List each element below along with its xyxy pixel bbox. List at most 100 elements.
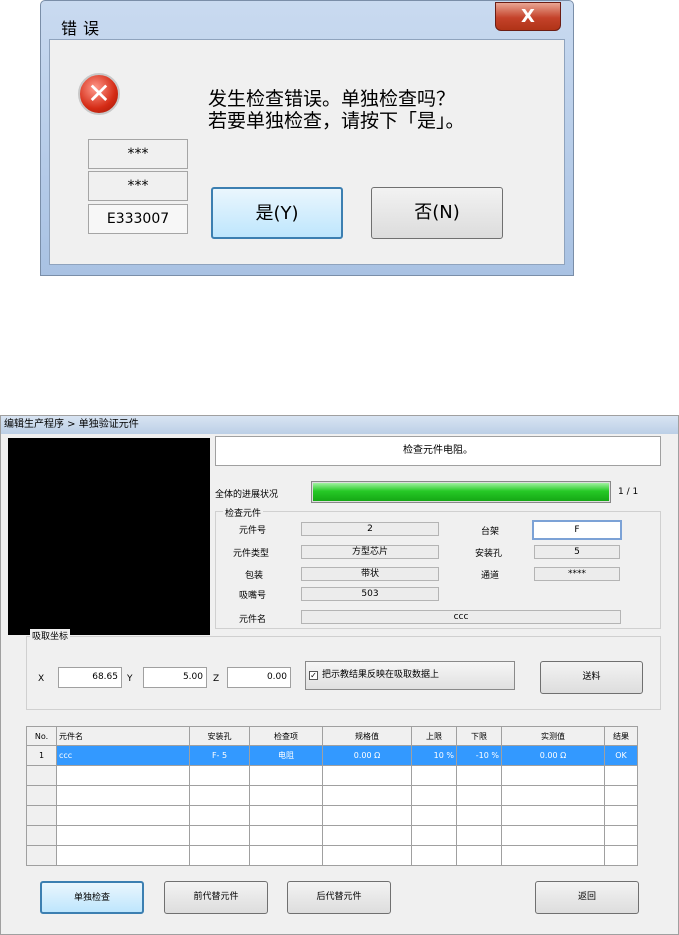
table-cell: [604, 825, 638, 846]
no-button[interactable]: 否(N): [371, 187, 503, 239]
table-cell: [56, 765, 190, 786]
table-cell: [249, 825, 323, 846]
table-cell: [26, 785, 57, 806]
hole-value: 5: [534, 545, 620, 559]
table-cell: [456, 805, 502, 826]
table-cell: [411, 845, 457, 866]
col-result: 结果: [604, 726, 638, 746]
error-code-2: ***: [88, 171, 188, 201]
nozzle-label: 吸嘴号: [239, 591, 267, 601]
table-cell: [322, 805, 412, 826]
z-label: Z: [213, 674, 220, 684]
table-cell: [604, 845, 638, 866]
table-cell: [189, 845, 250, 866]
z-input[interactable]: 0.00: [227, 667, 291, 688]
col-hole: 安装孔: [189, 726, 250, 746]
table-row[interactable]: 1 ccc F- 5 电阻 0.00 Ω 10 % -10 % 0.00 Ω OK: [26, 745, 638, 766]
table-header-row: No. 元件名 安装孔 检查项 规格值 上限 下限 实测值 结果: [26, 726, 638, 746]
table-cell: [189, 765, 250, 786]
table-cell: [56, 825, 190, 846]
progress-fill: [313, 483, 609, 501]
part-name-value: ccc: [301, 610, 621, 624]
table-cell: [249, 845, 323, 866]
x-input[interactable]: 68.65: [58, 667, 122, 688]
col-part-name: 元件名: [56, 726, 190, 746]
table-cell: [249, 805, 323, 826]
result-table: No. 元件名 安装孔 检查项 规格值 上限 下限 实测值 结果 1 ccc F- …: [26, 726, 638, 866]
table-cell: [456, 825, 502, 846]
message-line-1: 发生检查错误。单独检查吗？: [208, 88, 456, 110]
error-code-3: E333007: [88, 204, 188, 234]
y-input[interactable]: 5.00: [143, 667, 207, 688]
progress-count: 1 / 1: [618, 487, 639, 497]
error-code-1: ***: [88, 139, 188, 169]
table-row-empty[interactable]: [26, 805, 638, 826]
table-cell: [604, 765, 638, 786]
table-cell: [56, 805, 190, 826]
package-label: 包装: [245, 571, 264, 581]
table-cell: [604, 785, 638, 806]
table-cell: 10 %: [411, 745, 457, 766]
table-cell: [189, 805, 250, 826]
x-label: X: [38, 674, 45, 684]
table-cell: ccc: [56, 745, 190, 766]
col-lower: 下限: [456, 726, 502, 746]
reflect-checkbox[interactable]: ✓ 把示教结果反映在吸取数据上: [305, 661, 515, 690]
dialog-title: 错误: [61, 19, 106, 38]
table-cell: [456, 765, 502, 786]
y-label: Y: [127, 674, 133, 684]
table-row-empty[interactable]: [26, 845, 638, 866]
nozzle-value: 503: [301, 587, 439, 601]
pickup-group-label: 吸取坐标: [30, 629, 71, 642]
close-button[interactable]: X: [495, 2, 561, 31]
single-check-button[interactable]: 单独检查: [40, 881, 144, 914]
hole-label: 安装孔: [475, 549, 503, 559]
table-cell: [501, 825, 605, 846]
table-cell: [411, 825, 457, 846]
prev-alt-part-button[interactable]: 前代替元件: [164, 881, 268, 914]
table-cell: [322, 845, 412, 866]
col-measured: 实测值: [501, 726, 605, 746]
next-alt-part-button[interactable]: 后代替元件: [287, 881, 391, 914]
inspect-group-label: 检查元件: [223, 506, 264, 519]
table-cell: [26, 825, 57, 846]
table-row-empty[interactable]: [26, 785, 638, 806]
table-cell: [189, 825, 250, 846]
table-cell: [411, 785, 457, 806]
feed-button[interactable]: 送料: [540, 661, 643, 694]
verify-part-window: 编辑生产程序 > 单独验证元件 检查元件电阻。 全体的进展状况 1 / 1 检查…: [0, 415, 679, 935]
channel-value: ****: [534, 567, 620, 581]
table-cell: [189, 785, 250, 806]
table-cell: [26, 845, 57, 866]
table-cell: [322, 765, 412, 786]
table-cell: [249, 765, 323, 786]
table-cell: F- 5: [189, 745, 250, 766]
table-cell: [56, 845, 190, 866]
table-cell: -10 %: [456, 745, 502, 766]
reflect-checkbox-label: 把示教结果反映在吸取数据上: [322, 670, 440, 680]
dialog-body: ✕ 发生检查错误。单独检查吗？ 若要单独检查，请按下「是」。 *** *** E…: [49, 39, 565, 265]
table-cell: 1: [26, 745, 57, 766]
table-cell: [56, 785, 190, 806]
table-cell: [501, 765, 605, 786]
back-button[interactable]: 返回: [535, 881, 639, 914]
message-line-2: 若要单独检查，请按下「是」。: [208, 110, 465, 132]
col-spec: 规格值: [322, 726, 412, 746]
table-cell: 电阻: [249, 745, 323, 766]
checkbox-check-icon[interactable]: ✓: [309, 671, 318, 680]
part-no-label: 元件号: [239, 526, 267, 536]
col-no: No.: [26, 726, 57, 746]
yes-button[interactable]: 是(Y): [211, 187, 343, 239]
error-dialog: 错误 X ✕ 发生检查错误。单独检查吗？ 若要单独检查，请按下「是」。 *** …: [40, 0, 574, 276]
rack-field[interactable]: F: [532, 520, 622, 540]
table-cell: [411, 765, 457, 786]
col-upper: 上限: [411, 726, 457, 746]
part-name-label: 元件名: [239, 615, 267, 625]
table-cell: 0.00 Ω: [501, 745, 605, 766]
table-row-empty[interactable]: [26, 765, 638, 786]
instruction-text: 检查元件电阻。: [215, 436, 661, 466]
table-cell: [456, 785, 502, 806]
table-row-empty[interactable]: [26, 825, 638, 846]
table-cell: [322, 785, 412, 806]
channel-label: 通道: [481, 571, 500, 581]
